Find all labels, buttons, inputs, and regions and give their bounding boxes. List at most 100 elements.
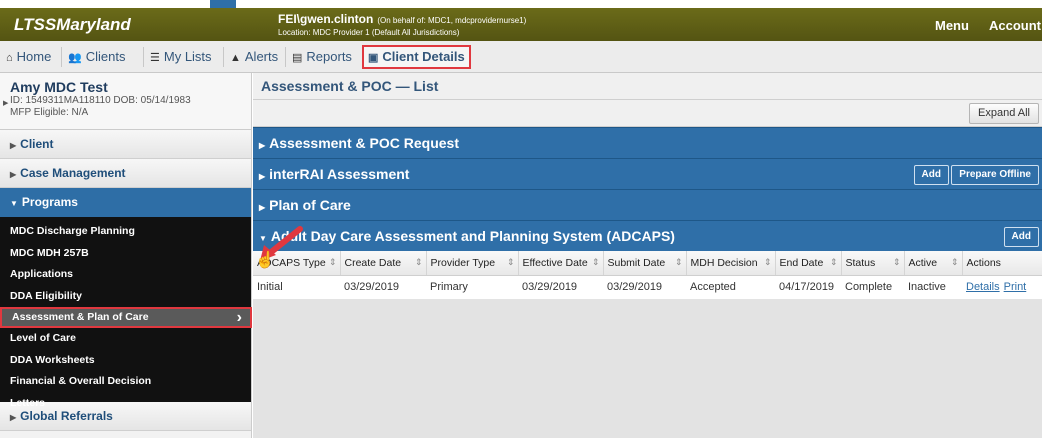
pointer-cursor-icon: ☝ xyxy=(255,252,275,269)
sidebar-item-level-of-care[interactable]: Level of Care xyxy=(0,328,251,350)
nav-divider xyxy=(61,47,62,67)
table-cell: 03/29/2019 xyxy=(340,275,426,299)
column-header-label: MDH Decision xyxy=(690,256,758,269)
nav-divider xyxy=(285,47,286,67)
print-link[interactable]: Print xyxy=(1004,281,1027,293)
table-cell: 03/29/2019 xyxy=(518,275,603,299)
sidebar-item-mdc-mdh-257b[interactable]: MDC MDH 257B xyxy=(0,243,251,265)
sidebar-item-applications[interactable]: Applications xyxy=(0,264,251,286)
sort-icon[interactable]: ⇕ xyxy=(764,257,772,268)
account-link[interactable]: Account xyxy=(989,18,1041,33)
expand-bar: Expand All xyxy=(253,100,1042,127)
sort-icon[interactable]: ⇕ xyxy=(893,257,901,268)
home-icon: ⌂ xyxy=(6,52,13,64)
expand-all-button[interactable]: Expand All xyxy=(969,103,1039,124)
sort-icon[interactable]: ⇕ xyxy=(415,257,423,268)
sidebar-item-dda-worksheets[interactable]: DDA Worksheets xyxy=(0,350,251,372)
column-header-label: Effective Date xyxy=(522,256,588,269)
client-mfp: MFP Eligible: N/A xyxy=(10,107,89,118)
nav-client-details-label: Client Details xyxy=(382,49,465,64)
caret-right-icon[interactable]: ▶ xyxy=(3,99,8,107)
panel-label: Plan of Care xyxy=(269,197,351,213)
sort-icon[interactable]: ⇕ xyxy=(507,257,515,268)
table-cell: Complete xyxy=(841,275,904,299)
table-cell: 03/29/2019 xyxy=(603,275,686,299)
main-content: Assessment & POC — List Expand All ▶ Asse… xyxy=(253,73,1042,438)
table-cell: Primary xyxy=(426,275,518,299)
adcaps-table: ADCAPS Type ⇕ Create Date ⇕ Provider Type ⇕… xyxy=(253,251,1042,299)
column-header[interactable]: Submit Date ⇕ xyxy=(603,251,687,276)
column-header[interactable]: Status ⇕ xyxy=(841,251,905,276)
sidebar-item-mdc-discharge-planning[interactable]: MDC Discharge Planning xyxy=(0,221,251,243)
sort-icon[interactable]: ⇕ xyxy=(830,257,838,268)
sidebar-item-financial-overall-decision[interactable]: Financial & Overall Decision xyxy=(0,371,251,393)
prepare-offline-button[interactable]: Prepare Offline xyxy=(951,165,1039,185)
column-header-label: Create Date xyxy=(344,256,402,269)
column-header-label: Provider Type xyxy=(430,256,496,269)
panel-assessment-poc-request[interactable]: ▶ Assessment & POC Request xyxy=(253,127,1042,158)
caret-right-icon: ▶ xyxy=(259,141,266,150)
column-header-label: Active xyxy=(908,256,938,269)
panel-interrai-assessment[interactable]: ▶ interRAI Assessment Add Prepare Offline xyxy=(253,158,1042,189)
menu-link[interactable]: Menu xyxy=(935,18,969,33)
column-header[interactable]: End Date ⇕ xyxy=(775,251,842,276)
sidebar-section-client[interactable]: ▶ Client xyxy=(0,130,251,159)
sidebar-section-label: Programs xyxy=(21,195,78,209)
sidebar: Amy MDC Test ▶ ID: 1549311MA118110 DOB: … xyxy=(0,73,252,438)
table-cell: Accepted xyxy=(686,275,775,299)
sidebar-item-label: Assessment & Plan of Care xyxy=(12,311,149,323)
top-strip xyxy=(0,0,1042,8)
sidebar-section-programs[interactable]: ▼ Programs xyxy=(0,188,251,217)
caret-right-icon: ▶ xyxy=(259,203,266,212)
nav-divider xyxy=(143,47,144,67)
sidebar-section-case-management[interactable]: ▶ Case Management xyxy=(0,159,251,188)
nav-reports[interactable]: ▤ Reports xyxy=(288,45,356,69)
column-header-label: Submit Date xyxy=(607,256,666,269)
client-id-dob: ID: 1549311MA118110 DOB: 05/14/1983 xyxy=(10,95,191,106)
column-header[interactable]: Create Date ⇕ xyxy=(340,251,427,276)
id-card-icon: ▣ xyxy=(368,52,379,64)
column-header[interactable]: Effective Date ⇕ xyxy=(518,251,604,276)
nav-alerts[interactable]: ▲ Alerts xyxy=(226,45,282,69)
table-cell: 04/17/2019 xyxy=(775,275,841,299)
interrai-add-button[interactable]: Add xyxy=(913,165,949,185)
column-header[interactable]: Provider Type ⇕ xyxy=(426,251,519,276)
main-nav: ⌂ Home 👥 Clients ☰ My Lists ▲ Alerts ▤ Report… xyxy=(0,41,1042,73)
chart-icon: ▤ xyxy=(292,52,303,64)
sort-icon[interactable]: ⇕ xyxy=(951,257,959,268)
sidebar-item-assessment-plan-of-care[interactable]: Assessment & Plan of Care › xyxy=(0,307,252,328)
sidebar-item-letters[interactable]: Letters xyxy=(0,393,251,415)
users-icon: 👥 xyxy=(68,52,82,64)
column-header[interactable]: Active ⇕ xyxy=(904,251,963,276)
sort-icon[interactable]: ⇕ xyxy=(675,257,683,268)
sort-icon[interactable]: ⇕ xyxy=(329,257,337,268)
sidebar-section-label: Client xyxy=(20,137,54,151)
brand-logo[interactable]: LTSSMaryland xyxy=(14,15,131,35)
nav-home[interactable]: ⌂ Home xyxy=(2,45,55,69)
panel-label: interRAI Assessment xyxy=(269,166,410,182)
adcaps-add-button[interactable]: Add xyxy=(1003,227,1039,247)
programs-list: MDC Discharge Planning MDC MDH 257B Appl… xyxy=(0,217,252,409)
caret-right-icon: ▶ xyxy=(10,141,17,150)
column-header[interactable]: MDH Decision ⇕ xyxy=(686,251,776,276)
sort-icon[interactable]: ⇕ xyxy=(592,257,600,268)
table-header-row: ADCAPS Type ⇕ Create Date ⇕ Provider Type ⇕… xyxy=(253,251,1042,276)
client-summary: Amy MDC Test ▶ ID: 1549311MA118110 DOB: … xyxy=(0,73,251,130)
user-login: FEI\gwen.clinton xyxy=(278,12,374,26)
top-tab xyxy=(210,0,236,8)
nav-alerts-label: Alerts xyxy=(244,49,279,64)
on-behalf-text: (On behalf of: MDC1, mdcprovidernurse1) xyxy=(377,16,527,25)
details-link[interactable]: Details xyxy=(966,281,1000,293)
sidebar-item-dda-eligibility[interactable]: DDA Eligibility xyxy=(0,286,251,308)
user-name: FEI\gwen.clinton (On behalf of: MDC1, mdc… xyxy=(278,12,526,26)
nav-client-details[interactable]: ▣ Client Details xyxy=(362,45,471,69)
client-name[interactable]: Amy MDC Test xyxy=(10,79,241,95)
nav-reports-label: Reports xyxy=(306,49,352,64)
nav-my-lists[interactable]: ☰ My Lists xyxy=(146,45,216,69)
panel-adcaps[interactable]: ▼ Adult Day Care Assessment and Planning … xyxy=(253,220,1042,251)
nav-my-lists-label: My Lists xyxy=(163,49,212,64)
panel-label: Adult Day Care Assessment and Planning S… xyxy=(270,228,675,244)
nav-clients[interactable]: 👥 Clients xyxy=(64,45,129,69)
panel-plan-of-care[interactable]: ▶ Plan of Care xyxy=(253,189,1042,220)
app-header: LTSSMaryland FEI\gwen.clinton (On behalf … xyxy=(0,8,1042,41)
